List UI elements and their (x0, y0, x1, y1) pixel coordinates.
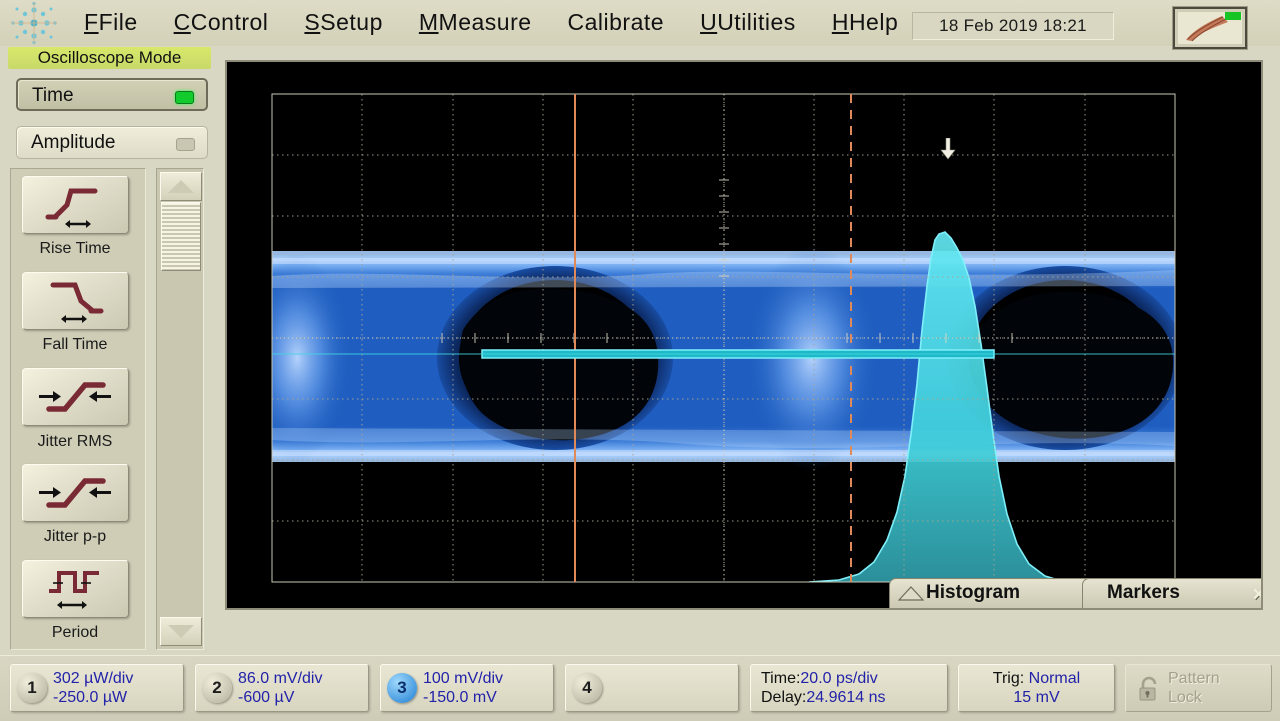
trigger-button[interactable]: Trig: Normal 15 mV (958, 664, 1115, 712)
channel-scale: 86.0 mV/div (238, 669, 322, 688)
display-tab-label: Histogram (926, 582, 1020, 603)
histogram-triangle-icon (898, 586, 924, 602)
channel-offset: -150.0 mV (423, 688, 503, 707)
menu-item-setup[interactable]: SSetup (286, 4, 400, 40)
pattern-lock-line1: Pattern (1168, 669, 1220, 688)
menu-item-label: Calibrate (568, 9, 665, 35)
channel-number-badge: 1 (17, 673, 47, 703)
channel-2-button[interactable]: 2 86.0 mV/div -600 µV (195, 664, 369, 712)
measure-label-jitter-pp: Jitter p-p (0, 528, 150, 546)
menu-item-label: Setup (320, 9, 383, 35)
display-tab-label: Markers (1107, 582, 1180, 603)
rise-time-icon (23, 177, 128, 233)
measure-button-rise-time[interactable] (22, 176, 129, 234)
pattern-lock-line2: Lock (1168, 688, 1220, 707)
timebase-settings: Time:20.0 ps/div Delay:24.9614 ns (761, 669, 886, 707)
menu-mnemonic: S (304, 9, 320, 35)
close-icon[interactable]: × (1253, 581, 1261, 608)
oscilloscope-app: FFileCControlSSetupMMeasureCalibrateUUti… (0, 0, 1280, 720)
date-time-display: 18 Feb 2019 18:21 (912, 12, 1114, 40)
eye-diagram-canvas (227, 62, 1261, 608)
sidebar-tab-label: Time (32, 85, 74, 106)
display-tab-markers[interactable]: Markers × (1082, 578, 1261, 608)
scroll-down-arrow[interactable] (160, 617, 202, 646)
menu-item-label: Measure (439, 9, 532, 35)
menu-item-control[interactable]: CControl (156, 4, 287, 40)
menu-mnemonic: M (419, 9, 439, 35)
display-tab-histogram[interactable]: Histogram × (889, 578, 1112, 608)
sidebar-tab-label: Amplitude (31, 132, 116, 153)
channel-offset: -250.0 µW (53, 688, 133, 707)
fall-time-icon (23, 273, 128, 329)
scroll-up-arrow[interactable] (160, 172, 202, 201)
measure-label-rise-time: Rise Time (0, 240, 150, 258)
measurement-list-scrollbar[interactable] (156, 168, 204, 650)
status-bar: 1 302 µW/div -250.0 µW 2 86.0 mV/div -60… (0, 655, 1280, 721)
period-icon (23, 561, 128, 617)
touchscreen-toggle-button[interactable] (1173, 7, 1247, 49)
channel-number-badge: 2 (202, 673, 232, 703)
channel-3-button[interactable]: 3 100 mV/div -150.0 mV (380, 664, 554, 712)
sidebar-tab-amplitude[interactable]: Amplitude (16, 126, 208, 159)
timebase-delay-label: Delay: (761, 689, 806, 706)
trigger-level-value: 15 mV (1013, 689, 1059, 706)
menu-bar: FFileCControlSSetupMMeasureCalibrateUUti… (0, 0, 1280, 46)
menu-item-utilities[interactable]: UUtilities (682, 4, 814, 40)
menu-mnemonic: H (832, 9, 849, 35)
scrollbar-thumb[interactable] (161, 202, 201, 271)
measure-label-fall-time: Fall Time (0, 336, 150, 354)
channel-scale: 302 µW/div (53, 669, 133, 688)
menu-item-list: FFileCControlSSetupMMeasureCalibrateUUti… (66, 4, 916, 42)
menu-mnemonic: C (174, 9, 191, 35)
timebase-scale-label: Time: (761, 670, 800, 687)
measure-label-period: Period (0, 624, 150, 642)
channel-number-badge: 3 (387, 673, 417, 703)
trigger-mode-value: Normal (1029, 670, 1081, 687)
scope-waveform-display[interactable]: Histogram × Markers × (227, 62, 1261, 608)
channel-2-settings: 86.0 mV/div -600 µV (238, 669, 322, 707)
channel-1-button[interactable]: 1 302 µW/div -250.0 µW (10, 664, 184, 712)
timebase-scale-value: 20.0 ps/div (800, 670, 877, 687)
pattern-lock-button[interactable]: Pattern Lock (1125, 664, 1272, 712)
amplitude-tab-led-indicator (176, 138, 195, 151)
menu-item-file[interactable]: FFile (66, 4, 156, 40)
menu-item-label: Utilities (717, 9, 796, 35)
trigger-settings: Trig: Normal 15 mV (959, 669, 1114, 707)
menu-item-calibrate[interactable]: Calibrate (550, 4, 683, 40)
timebase-button[interactable]: Time:20.0 ps/div Delay:24.9614 ns (750, 664, 948, 712)
measure-button-jitter-pp[interactable] (22, 464, 129, 522)
channel-4-button[interactable]: 4 (565, 664, 739, 712)
menu-mnemonic: F (84, 9, 99, 35)
menu-mnemonic: U (700, 9, 717, 35)
channel-3-settings: 100 mV/div -150.0 mV (423, 669, 503, 707)
timebase-delay-value: 24.9614 ns (806, 689, 885, 706)
measure-button-period[interactable] (22, 560, 129, 618)
jitter-pp-icon (23, 465, 128, 521)
oscilloscope-mode-header: Oscilloscope Mode (8, 47, 211, 69)
jitter-rms-icon (23, 369, 128, 425)
channel-number-badge: 4 (572, 673, 602, 703)
channel-1-settings: 302 µW/div -250.0 µW (53, 669, 133, 707)
padlock-open-icon (1136, 676, 1162, 702)
pattern-lock-label: Pattern Lock (1168, 669, 1220, 707)
keysight-starburst-logo (8, 1, 60, 45)
measure-button-fall-time[interactable] (22, 272, 129, 330)
trigger-mode-label: Trig: (993, 670, 1024, 687)
channel-offset: -600 µV (238, 688, 322, 707)
measure-label-jitter-rms: Jitter RMS (0, 433, 150, 451)
sidebar-tab-time[interactable]: Time (16, 78, 208, 111)
menu-item-measure[interactable]: MMeasure (401, 4, 550, 40)
menu-item-label: Control (191, 9, 269, 35)
menu-item-label: Help (849, 9, 898, 35)
trigger-position-down-arrow[interactable] (940, 138, 956, 160)
measure-button-jitter-rms[interactable] (22, 368, 129, 426)
menu-item-help[interactable]: HHelp (814, 4, 916, 40)
scope-display-bezel: Histogram × Markers × (225, 60, 1263, 610)
time-tab-led-indicator (175, 91, 194, 104)
channel-scale: 100 mV/div (423, 669, 503, 688)
menu-item-label: File (99, 9, 138, 35)
touchscreen-active-led (1225, 12, 1241, 20)
